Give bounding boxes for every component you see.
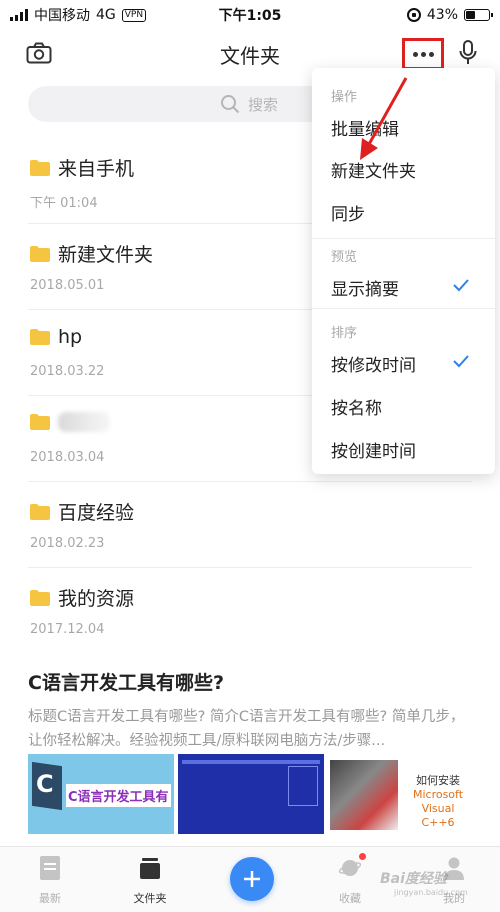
menu-section-preview: 预览 xyxy=(331,250,358,265)
menu-item-sort-created[interactable]: 按创建时间 xyxy=(331,437,481,462)
menu-item-label: 显示摘要 xyxy=(331,280,399,300)
checkmark-icon xyxy=(453,355,469,368)
menu-item-sync[interactable]: 同步 xyxy=(331,200,481,225)
search-icon xyxy=(221,95,240,114)
plus-icon xyxy=(244,871,260,887)
article-summary: 标题C语言开发工具有哪些? 简介C语言开发工具有哪些? 简单几步，让你轻松解决。… xyxy=(28,709,465,749)
folder-date: 2018.03.04 xyxy=(30,450,105,465)
carrier-label: 中国移动 xyxy=(34,8,90,24)
folder-date: 2018.05.01 xyxy=(30,278,105,293)
menu-section-actions: 操作 xyxy=(331,90,358,105)
folder-date: 下午 01:04 xyxy=(30,196,98,211)
folder-name: hp xyxy=(58,326,83,348)
menu-item-label: 按修改时间 xyxy=(331,356,416,376)
folder-date: 2018.03.22 xyxy=(30,364,105,379)
signal-icon xyxy=(10,9,28,21)
thumbnail-image: C C语言开发工具有 xyxy=(28,754,174,834)
tab-label: 我的 xyxy=(443,892,465,905)
folder-stack-icon xyxy=(140,858,160,879)
menu-divider xyxy=(312,308,495,309)
more-dot-icon xyxy=(420,51,426,57)
options-menu: 操作 批量编辑 新建文件夹 同步 预览 显示摘要 排序 按修改时间 按名称 按创… xyxy=(312,68,495,474)
microphone-icon[interactable] xyxy=(459,40,477,66)
folder-icon xyxy=(30,503,50,520)
article-card[interactable]: C语言开发工具有哪些? 标题C语言开发工具有哪些? 简介C语言开发工具有哪些? … xyxy=(28,668,474,834)
folder-icon xyxy=(30,245,50,262)
tab-favorites[interactable]: 收藏 xyxy=(320,853,380,906)
user-icon xyxy=(444,857,464,880)
tab-folders[interactable]: 文件夹 xyxy=(120,855,180,906)
tab-latest[interactable]: 最新 xyxy=(20,855,80,906)
folder-icon xyxy=(30,414,50,430)
article-thumbnails: C C语言开发工具有 如何安装 Microsoft Visual C++6 xyxy=(28,754,474,834)
folder-name: 新建文件夹 xyxy=(58,244,154,266)
folder-item[interactable]: 百度经验 2018.02.23 xyxy=(28,482,472,568)
folder-name: 来自手机 xyxy=(58,158,135,180)
thumbnail-image: 如何安装 Microsoft Visual C++6 xyxy=(328,754,474,834)
folder-date: 2018.02.23 xyxy=(30,536,105,551)
menu-item-sort-name[interactable]: 按名称 xyxy=(331,394,481,419)
thumbnail-caption: Visual C++6 xyxy=(421,802,455,829)
blurred-folder-name xyxy=(58,412,110,432)
menu-item-new-folder[interactable]: 新建文件夹 xyxy=(331,157,481,182)
folder-date: 2017.12.04 xyxy=(30,622,105,637)
battery-percent: 43% xyxy=(426,7,458,23)
thumbnail-image xyxy=(178,754,324,834)
search-placeholder: 搜索 xyxy=(248,95,279,114)
folder-icon xyxy=(30,589,50,606)
thumbnail-letter: C xyxy=(36,770,54,798)
folder-icon xyxy=(30,329,50,345)
document-icon xyxy=(40,856,60,880)
thumbnail-caption: Microsoft xyxy=(412,788,464,801)
menu-divider xyxy=(312,238,495,239)
rotation-lock-icon xyxy=(406,8,421,22)
vpn-badge: VPN xyxy=(121,8,147,22)
tab-mine[interactable]: 我的 xyxy=(424,855,484,906)
menu-item-sort-modified[interactable]: 按修改时间 xyxy=(331,351,481,376)
network-label: 4G xyxy=(96,7,116,23)
battery-icon xyxy=(464,9,493,21)
menu-item-batch-edit[interactable]: 批量编辑 xyxy=(331,115,481,140)
folder-item[interactable]: 我的资源 2017.12.04 xyxy=(28,568,472,654)
folder-name: 我的资源 xyxy=(58,588,135,610)
more-dot-icon xyxy=(412,51,418,57)
article-title: C语言开发工具有哪些? xyxy=(28,672,224,694)
thumbnail-caption: 如何安装 xyxy=(416,774,460,787)
bottom-tab-bar: 最新 文件夹 收藏 我的 xyxy=(0,846,500,912)
tab-label: 文件夹 xyxy=(133,892,167,905)
tab-label: 收藏 xyxy=(339,892,361,905)
status-bar: 中国移动 4G VPN 下午1:05 43% xyxy=(0,0,500,30)
add-button[interactable] xyxy=(230,857,274,901)
menu-item-show-summary[interactable]: 显示摘要 xyxy=(331,275,481,300)
tab-label: 最新 xyxy=(39,892,61,905)
thumbnail-caption: C语言开发工具有 xyxy=(66,784,171,807)
planet-icon xyxy=(338,860,362,876)
checkmark-icon xyxy=(453,279,469,292)
more-dot-icon xyxy=(428,51,434,57)
more-options-button[interactable] xyxy=(402,38,444,70)
notification-dot xyxy=(359,853,366,860)
folder-name: 百度经验 xyxy=(58,502,135,524)
folder-icon xyxy=(30,159,50,176)
menu-section-sort: 排序 xyxy=(331,326,358,341)
